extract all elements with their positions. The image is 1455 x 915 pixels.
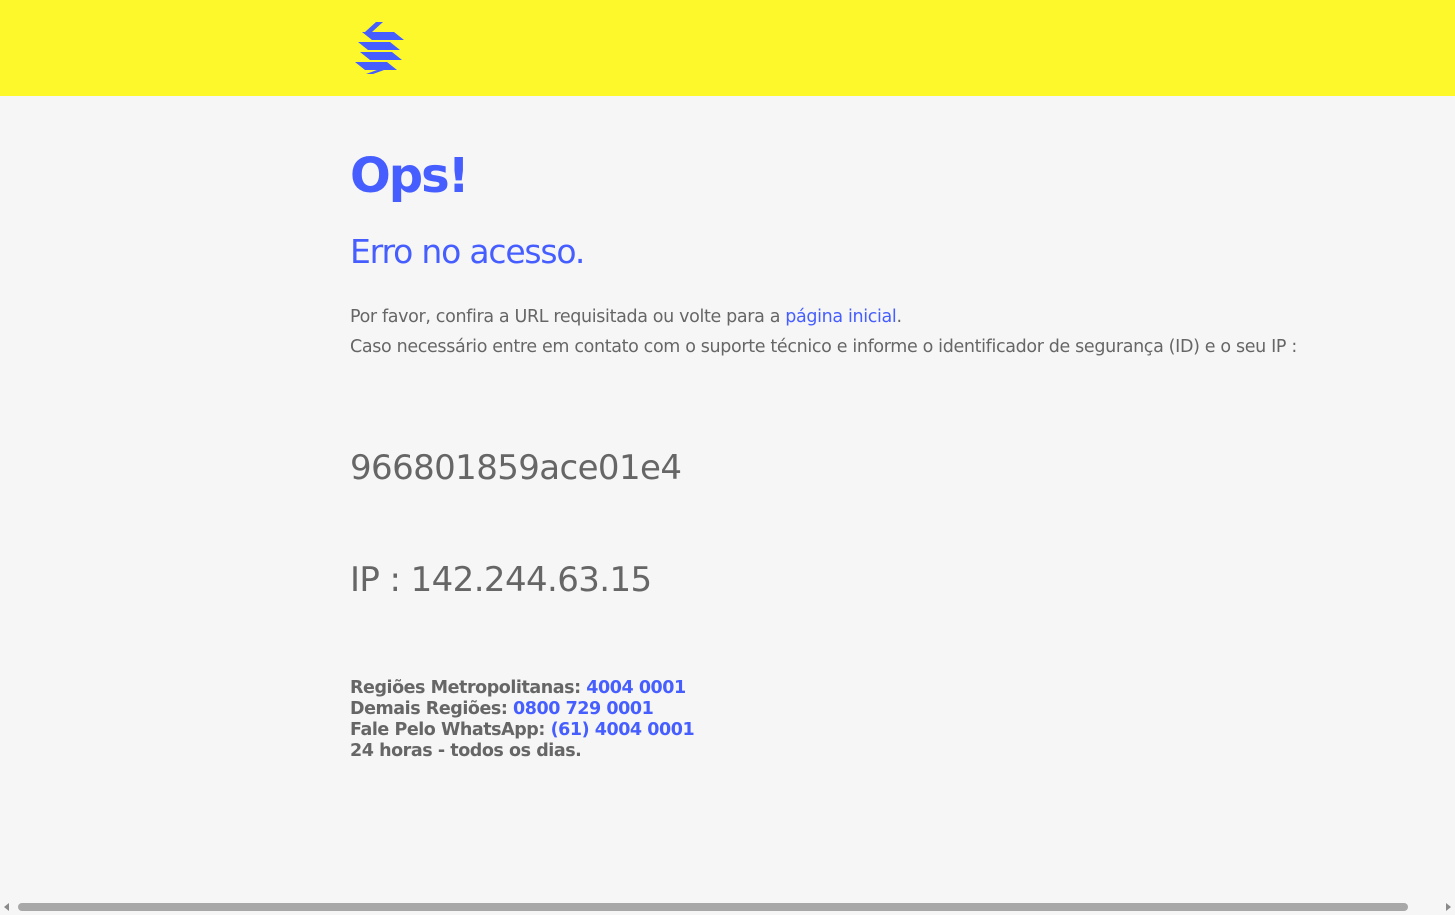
site-header (0, 0, 1455, 96)
contact-whatsapp: Fale Pelo WhatsApp: (61) 4004 0001 (350, 720, 695, 741)
metro-label: Regiões Metropolitanas: (350, 678, 587, 698)
contact-hours: 24 horas - todos os dias. (350, 741, 582, 761)
message-line-1-suffix: . (896, 307, 902, 327)
scroll-right-arrow-icon[interactable] (1446, 903, 1451, 911)
ip-address: IP : 142.244.63.15 (350, 558, 652, 602)
scroll-left-arrow-icon[interactable] (4, 903, 9, 911)
contact-other: Demais Regiões: 0800 729 0001 (350, 699, 694, 720)
banco-do-brasil-logo-icon (355, 22, 404, 74)
error-subtitle: Erro no acesso. (350, 232, 585, 271)
message-line-1: Por favor, confira a URL requisitada ou … (350, 302, 1297, 332)
security-id: 966801859ace01e4 (350, 448, 682, 488)
message-line-2: Caso necessário entre em contato com o s… (350, 337, 1297, 357)
whatsapp-label: Fale Pelo WhatsApp: (350, 720, 551, 740)
ip-value: 142.244.63.15 (410, 560, 653, 600)
logo-link[interactable] (352, 20, 408, 76)
ip-label: IP : (350, 560, 411, 600)
error-message: Por favor, confira a URL requisitada ou … (350, 302, 1297, 362)
scrollbar-thumb[interactable] (18, 903, 1408, 911)
home-page-link[interactable]: página inicial (785, 307, 897, 327)
metro-phone-link[interactable]: 4004 0001 (586, 678, 686, 698)
contact-info: Regiões Metropolitanas: 4004 0001 Demais… (350, 678, 695, 762)
horizontal-scrollbar[interactable] (0, 899, 1455, 915)
page-title: Ops! (350, 148, 470, 204)
contact-metro: Regiões Metropolitanas: 4004 0001 (350, 678, 694, 699)
message-line-1-prefix: Por favor, confira a URL requisitada ou … (350, 307, 786, 327)
whatsapp-phone-link[interactable]: (61) 4004 0001 (551, 720, 695, 740)
other-regions-label: Demais Regiões: (350, 699, 514, 719)
other-regions-phone-link[interactable]: 0800 729 0001 (513, 699, 654, 719)
